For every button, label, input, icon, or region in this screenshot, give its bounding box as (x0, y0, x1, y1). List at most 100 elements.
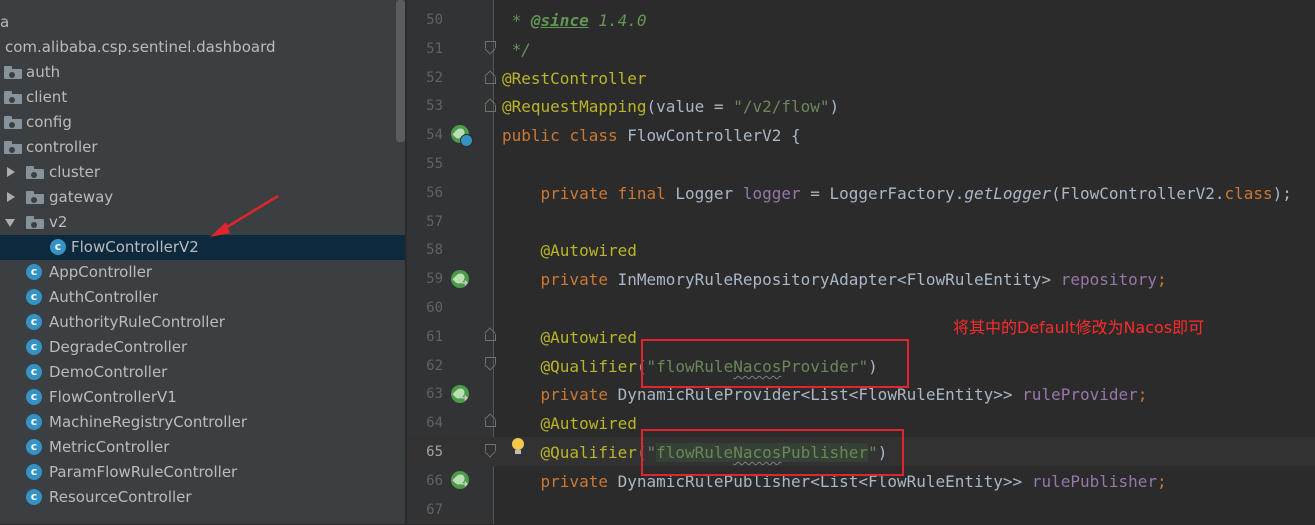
code-line[interactable]: @Autowired (502, 409, 637, 438)
code-token: @Qualifier (540, 443, 637, 462)
code-token: @Autowired (540, 241, 637, 260)
code-token: 1.4.0 (588, 11, 647, 30)
intention-bulb-icon[interactable] (511, 437, 525, 457)
java-class-icon: c (26, 364, 42, 380)
code-line[interactable]: @Autowired (502, 323, 637, 352)
tree-item-label: AuthorityRuleController (49, 313, 225, 331)
tree-item-gateway[interactable]: gateway (0, 185, 407, 210)
tree-item-label: client (26, 88, 68, 106)
tree-item-degradecontroller[interactable]: c DegradeController (0, 335, 407, 360)
tree-item-label: auth (26, 63, 61, 81)
tree-item-label: v2 (49, 213, 68, 231)
code-token: ; (1157, 472, 1167, 491)
code-token: public (502, 126, 570, 145)
tree-item-label: cluster (49, 163, 101, 181)
fold-end-icon[interactable] (485, 444, 496, 456)
annotation-box-publisher (641, 429, 904, 476)
java-class-icon: c (26, 264, 42, 280)
package-folder-icon (4, 91, 22, 104)
fold-end-icon[interactable] (485, 41, 496, 53)
line-number: 65 (426, 444, 443, 460)
code-line[interactable]: @RequestMapping(value = "/v2/flow") (502, 92, 839, 121)
tree-item-resourcecontroller[interactable]: c ResourceController (0, 485, 407, 510)
tree-item-flowcontrollerv2[interactable]: c FlowControllerV2 (0, 235, 407, 260)
code-token: class (1224, 184, 1273, 203)
code-line[interactable]: * @since 1.4.0 (502, 6, 647, 35)
code-token: repository (1060, 270, 1158, 289)
line-number: 54 (426, 127, 443, 143)
fold-start-icon[interactable] (485, 329, 496, 341)
line-number: 51 (426, 41, 443, 57)
code-token: (value = (646, 97, 734, 116)
package-folder-icon (26, 191, 44, 204)
line-number: 67 (426, 502, 443, 518)
tree-item-label: ResourceController (49, 488, 192, 506)
fold-end-icon[interactable] (485, 357, 496, 369)
tree-item-label: DegradeController (49, 338, 188, 356)
tree-item-cluster[interactable]: cluster (0, 160, 407, 185)
annotation-note: 将其中的Default修改为Nacos即可 (953, 318, 1205, 337)
code-token: getLogger (964, 184, 1052, 203)
code-token: FlowControllerV2 { (627, 126, 801, 145)
java-class-icon: c (26, 489, 42, 505)
java-class-icon: c (26, 464, 42, 480)
line-number: 63 (426, 386, 443, 402)
package-folder-icon (4, 141, 22, 154)
code-line[interactable]: private InMemoryRuleRepositoryAdapter<Fl… (502, 265, 1167, 294)
code-token: @RestController (502, 69, 647, 88)
tree-item-a[interactable]: a (0, 10, 407, 35)
fold-start-icon[interactable] (485, 72, 496, 84)
code-token: "/v2/flow" (733, 97, 830, 116)
tree-item-label: ParamFlowRuleController (49, 463, 238, 481)
tree-item-democontroller[interactable]: c DemoController (0, 360, 407, 385)
expand-arrow-down-icon[interactable] (4, 210, 16, 235)
tree-item-metriccontroller[interactable]: c MetricController (0, 435, 407, 460)
code-line[interactable]: private final Logger logger = LoggerFact… (502, 179, 1292, 208)
tree-item-authcontroller[interactable]: c AuthController (0, 285, 407, 310)
project-tree-scrollbar[interactable] (396, 0, 405, 142)
autowired-bean-navigate-icon[interactable]: ➜ (451, 471, 469, 490)
package-folder-icon (4, 116, 22, 129)
tree-item-com-alibaba-csp-sentinel-dashboard[interactable]: com.alibaba.csp.sentinel.dashboard (0, 35, 407, 60)
fold-start-icon[interactable] (485, 100, 496, 112)
spring-bean-icon[interactable] (451, 125, 473, 147)
tree-item-v2[interactable]: v2 (0, 210, 407, 235)
tree-item-client[interactable]: client (0, 85, 407, 110)
tree-item-appcontroller[interactable]: c AppController (0, 260, 407, 285)
line-number: 52 (426, 70, 443, 86)
java-class-icon: c (26, 389, 42, 405)
tree-item-controller[interactable]: controller (0, 135, 407, 160)
tree-item-config[interactable]: config (0, 110, 407, 135)
tree-item-label: AppController (49, 263, 153, 281)
tree-item-machineregistrycontroller[interactable]: c MachineRegistryController (0, 410, 407, 435)
code-token: private (540, 184, 618, 203)
code-token: = LoggerFactory. (800, 184, 965, 203)
expand-arrow-right-icon[interactable] (4, 160, 16, 185)
code-line[interactable]: */ (502, 35, 531, 64)
code-token: private (540, 472, 618, 491)
code-token: @Autowired (540, 328, 637, 347)
line-number: 59 (426, 271, 443, 287)
autowired-bean-navigate-icon[interactable]: ➜ (451, 270, 469, 289)
tree-item-paramflowrulecontroller[interactable]: c ParamFlowRuleController (0, 460, 407, 485)
autowired-bean-navigate-icon[interactable]: ➜ (451, 385, 469, 404)
code-line[interactable]: public class FlowControllerV2 { (502, 121, 801, 150)
java-class-icon: c (50, 239, 66, 255)
tree-item-auth[interactable]: auth (0, 60, 407, 85)
tree-item-label: controller (26, 138, 98, 156)
tree-item-label: config (26, 113, 72, 131)
code-line[interactable]: @Autowired (502, 236, 637, 265)
tree-item-authorityrulecontroller[interactable]: c AuthorityRuleController (0, 310, 407, 335)
fold-start-icon[interactable] (485, 415, 496, 427)
code-line[interactable]: @RestController (502, 64, 647, 93)
code-token: (FlowControllerV2. (1051, 184, 1225, 203)
code-token: ); (1272, 184, 1292, 203)
expand-arrow-right-icon[interactable] (4, 185, 16, 210)
code-token: final (617, 184, 676, 203)
tree-item-flowcontrollerv1[interactable]: c FlowControllerV1 (0, 385, 407, 410)
